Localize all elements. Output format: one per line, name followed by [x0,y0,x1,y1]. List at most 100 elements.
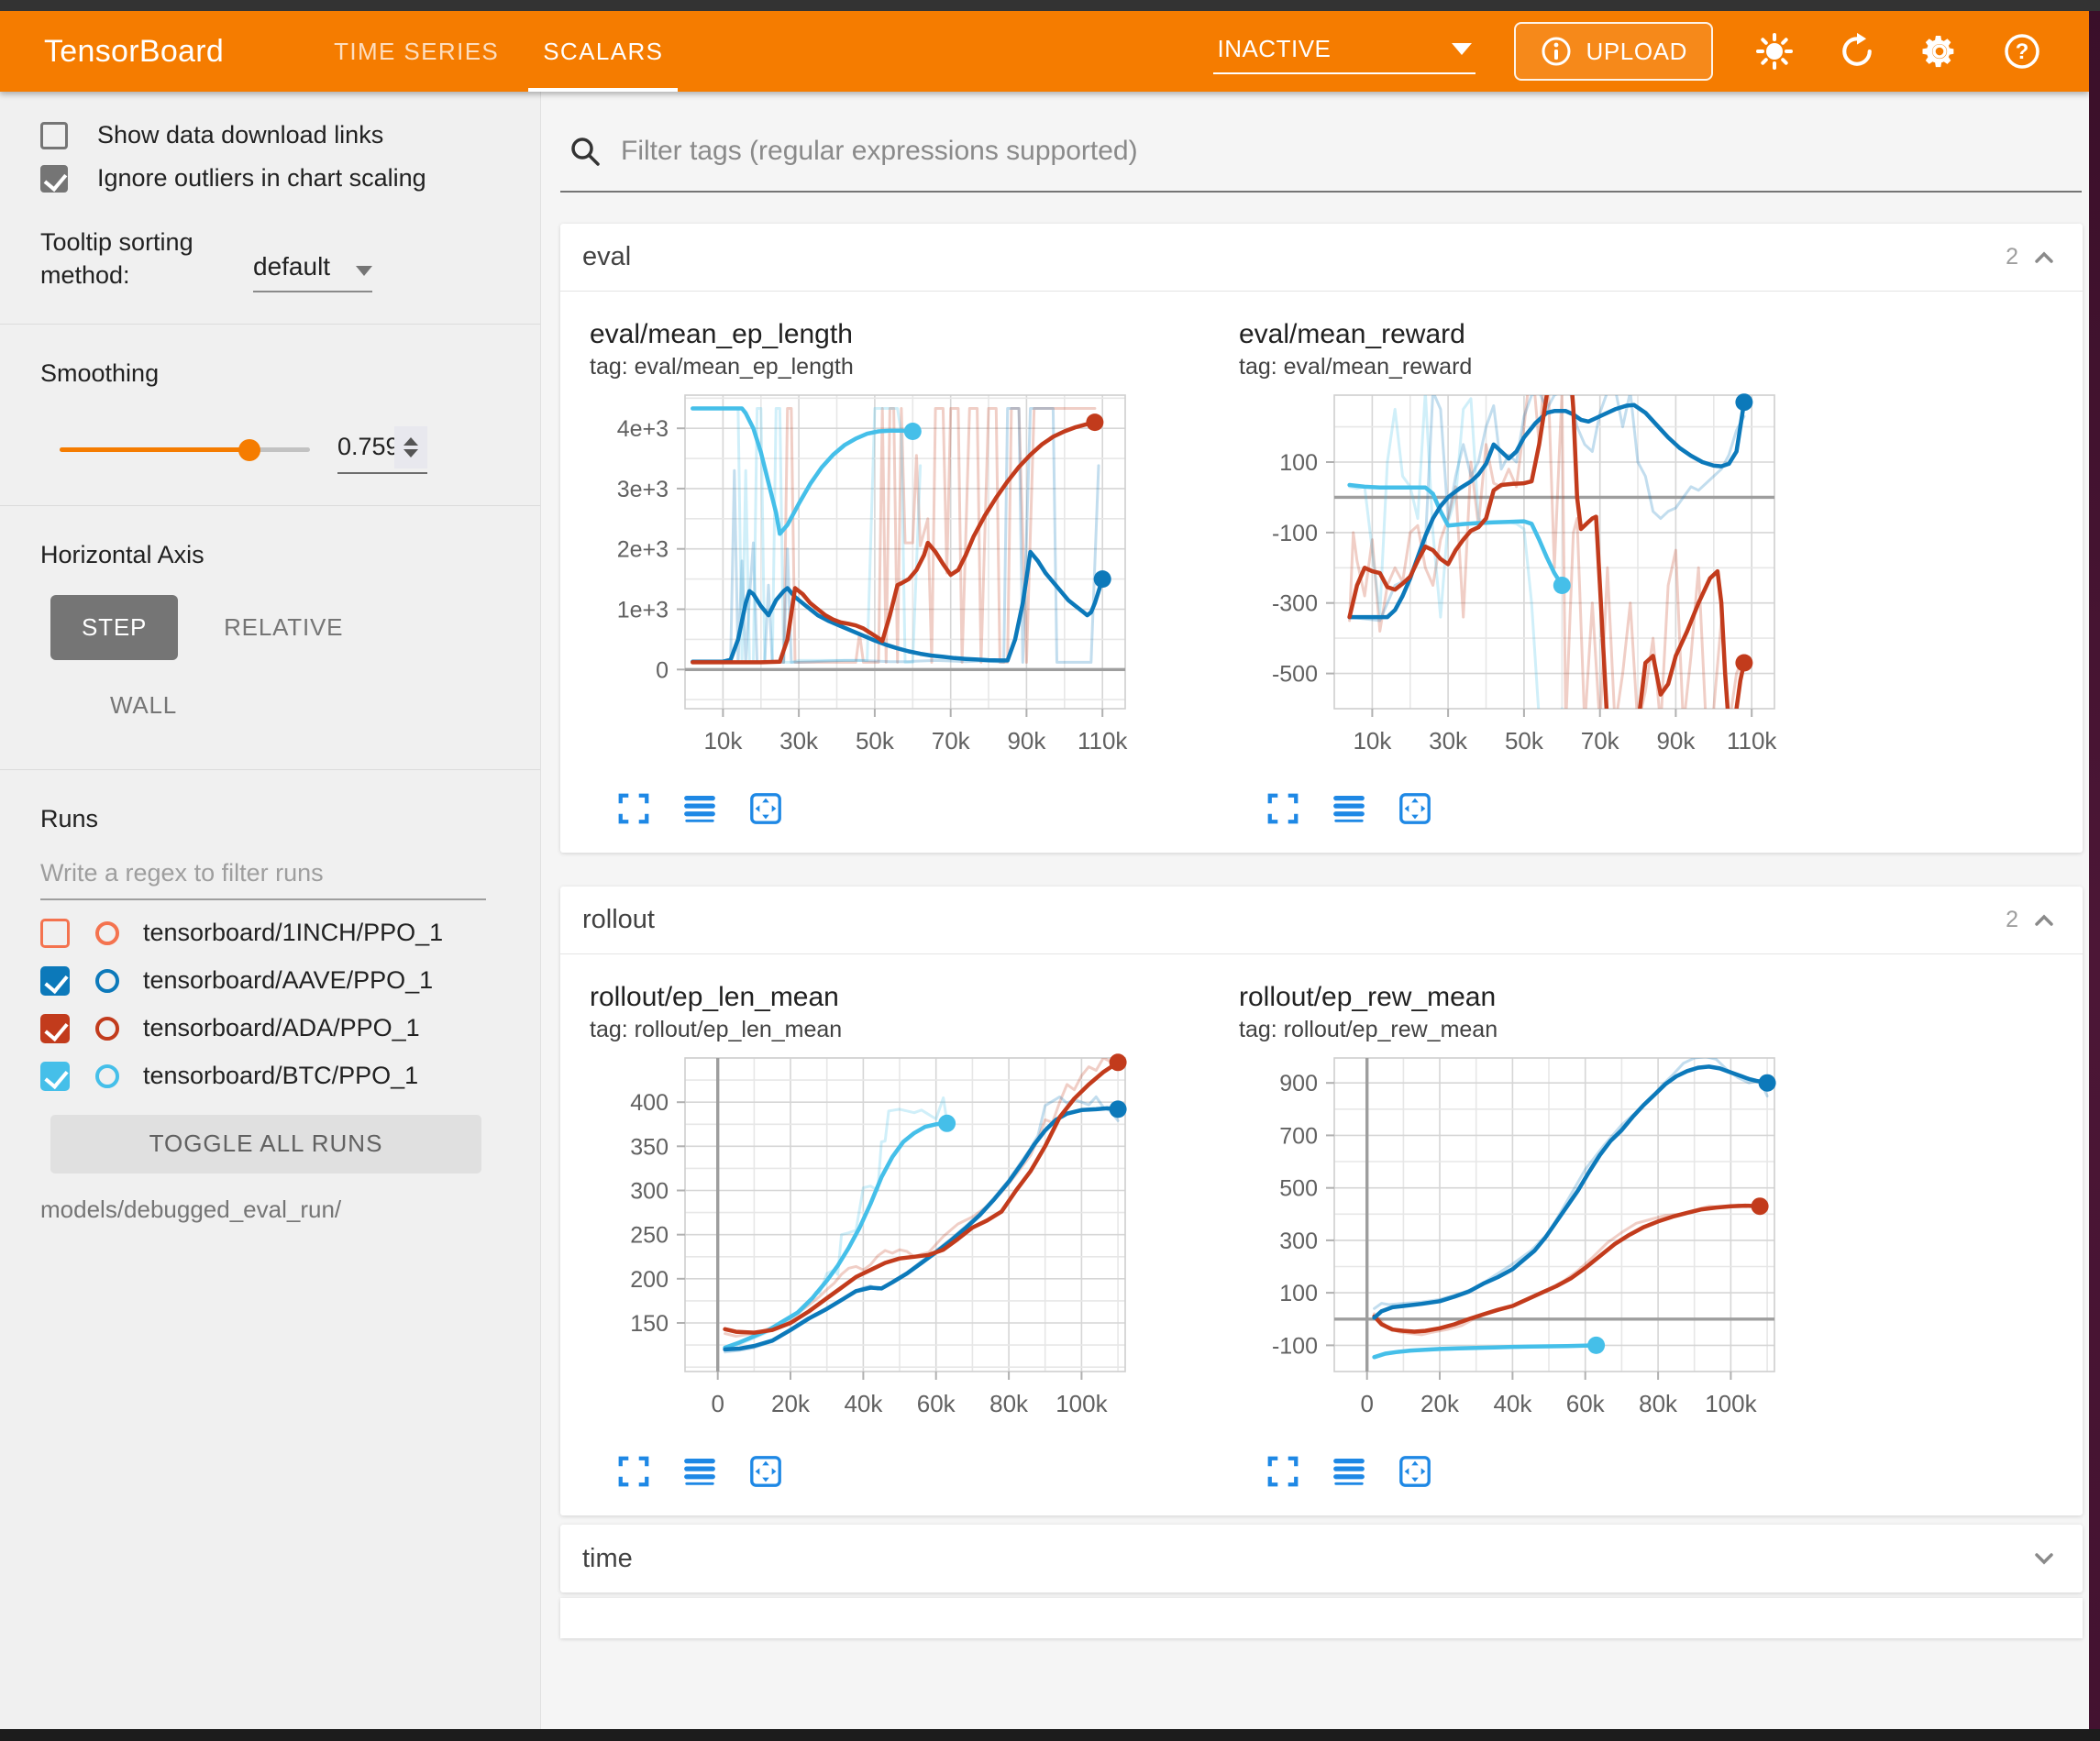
stepper-up-icon[interactable] [403,437,418,446]
smoothing-slider-thumb[interactable] [238,439,260,461]
run-color-circle [95,1064,119,1088]
fit-domain-icon[interactable] [1395,1451,1435,1492]
chart-plot[interactable]: 020k40k60k80k100k150200250300350400 [577,1049,1219,1448]
svg-text:110k: 110k [1078,727,1128,755]
divider [0,505,540,506]
fit-domain-icon[interactable] [1395,788,1435,829]
chevron-up-icon[interactable] [2029,906,2059,935]
expand-chart-icon[interactable] [613,1451,654,1492]
svg-text:400: 400 [630,1090,669,1116]
section-eval-header[interactable]: eval 2 [560,224,2083,292]
svg-text:150: 150 [630,1311,669,1337]
section-name: eval [582,242,631,272]
svg-text:70k: 70k [1581,727,1620,755]
ignore-outliers-label: Ignore outliers in chart scaling [97,164,426,193]
axis-step-button[interactable]: STEP [50,595,178,660]
svg-text:100k: 100k [1705,1390,1757,1417]
chart-title: rollout/ep_rew_mean [1239,982,1868,1013]
expand-chart-icon[interactable] [1263,1451,1303,1492]
fit-domain-icon[interactable] [746,788,786,829]
upload-button-label: UPLOAD [1586,38,1687,66]
chevron-up-icon[interactable] [2029,243,2059,272]
tab-time-series[interactable]: TIME SERIES [312,11,521,92]
svg-text:70k: 70k [932,727,971,755]
runs-filter-input[interactable] [40,854,486,900]
chart-eval-mean-reward: eval/mean_reward tag: eval/mean_reward 1… [1226,304,1868,829]
ignore-outliers-checkbox[interactable] [40,165,68,193]
chart-plot[interactable]: 10k30k50k70k90k110k01e+32e+33e+34e+3 [577,386,1219,785]
header-right-cluster: INACTIVE UPLOAD [1213,22,2043,81]
run-checkbox[interactable] [40,919,70,948]
chart-tag: tag: eval/mean_ep_length [590,354,1219,380]
search-icon [568,134,602,169]
stepper-down-icon[interactable] [403,449,418,457]
svg-text:-500: -500 [1272,662,1318,688]
run-checkbox[interactable] [40,1062,70,1091]
tooltip-sorting-select[interactable]: default [253,226,372,292]
help-icon[interactable]: ? [2001,30,2043,72]
tag-filter-input[interactable] [621,136,1905,167]
run-color-circle [95,1017,119,1041]
chart-plot[interactable]: 020k40k60k80k100k900700500300100-100 [1226,1049,1868,1448]
data-table-icon[interactable] [1329,788,1369,829]
tensorboard-app: TensorBoard TIME SERIES SCALARS INACTIVE… [0,0,2100,1741]
svg-text:40k: 40k [844,1390,883,1417]
axis-wall-button[interactable]: WALL [83,673,540,738]
show-download-links-checkbox[interactable] [40,122,68,149]
data-table-icon[interactable] [1329,1451,1369,1492]
toggle-all-runs-button[interactable]: TOGGLE ALL RUNS [50,1115,481,1174]
section-eval-body: eval/mean_ep_length tag: eval/mean_ep_le… [560,292,2083,853]
svg-text:350: 350 [630,1134,669,1160]
smoothing-row [0,426,540,474]
section-rollout-header[interactable]: rollout 2 [560,887,2083,954]
show-download-links-row[interactable]: Show data download links [40,121,540,149]
run-row-1inch[interactable]: tensorboard/1INCH/PPO_1 [40,919,540,948]
tooltip-sorting-value: default [253,252,330,281]
svg-text:?: ? [2016,39,2029,64]
ignore-outliers-row[interactable]: Ignore outliers in chart scaling [40,164,540,193]
run-row-btc[interactable]: tensorboard/BTC/PPO_1 [40,1062,540,1091]
upload-button[interactable]: UPLOAD [1514,22,1713,81]
expand-chart-icon[interactable] [1263,788,1303,829]
settings-gear-icon[interactable] [1918,30,1961,72]
run-checkbox[interactable] [40,966,70,996]
refresh-icon[interactable] [1836,30,1878,72]
chart-plot[interactable]: 10k30k50k70k90k110k100-100-300-500 [1226,386,1868,785]
run-checkbox[interactable] [40,1014,70,1043]
upload-status-dropdown[interactable]: INACTIVE [1213,29,1476,74]
runs-label: Runs [40,805,540,833]
tab-scalars[interactable]: SCALARS [521,11,685,92]
run-row-ada[interactable]: tensorboard/ADA/PPO_1 [40,1014,540,1043]
chart-toolbar [613,788,1219,829]
section-count: 2 [2006,244,2018,270]
fit-domain-icon[interactable] [746,1451,786,1492]
svg-text:2e+3: 2e+3 [617,537,669,563]
app-title: TensorBoard [44,34,224,70]
svg-text:4e+3: 4e+3 [617,416,669,442]
svg-text:300: 300 [630,1179,669,1205]
chevron-down-icon[interactable] [2029,1544,2059,1573]
data-table-icon[interactable] [680,788,720,829]
window-bottom-strip [0,1729,2100,1741]
section-time-header[interactable]: time [560,1525,2083,1592]
smoothing-value-input[interactable] [337,433,394,461]
run-color-circle [95,921,119,945]
run-row-aave[interactable]: tensorboard/AAVE/PPO_1 [40,966,540,996]
window-top-strip [0,0,2100,11]
chart-title: eval/mean_reward [1239,319,1868,350]
smoothing-stepper[interactable] [394,426,427,468]
chart-toolbar [613,1451,1219,1492]
run-color-circle [95,969,119,993]
section-rollout-body: rollout/ep_len_mean tag: rollout/ep_len_… [560,954,2083,1515]
data-table-icon[interactable] [680,1451,720,1492]
svg-text:100: 100 [1279,1281,1318,1306]
theme-toggle-icon[interactable] [1753,30,1796,72]
smoothing-slider[interactable] [60,447,310,452]
svg-text:700: 700 [1279,1123,1318,1149]
axis-mode-buttons: STEP RELATIVE [50,595,540,660]
expand-chart-icon[interactable] [613,788,654,829]
chart-tag: tag: rollout/ep_len_mean [590,1017,1219,1043]
chart-rollout-ep-len-mean: rollout/ep_len_mean tag: rollout/ep_len_… [577,967,1219,1492]
axis-relative-button[interactable]: RELATIVE [196,595,370,660]
svg-text:110k: 110k [1727,727,1777,755]
